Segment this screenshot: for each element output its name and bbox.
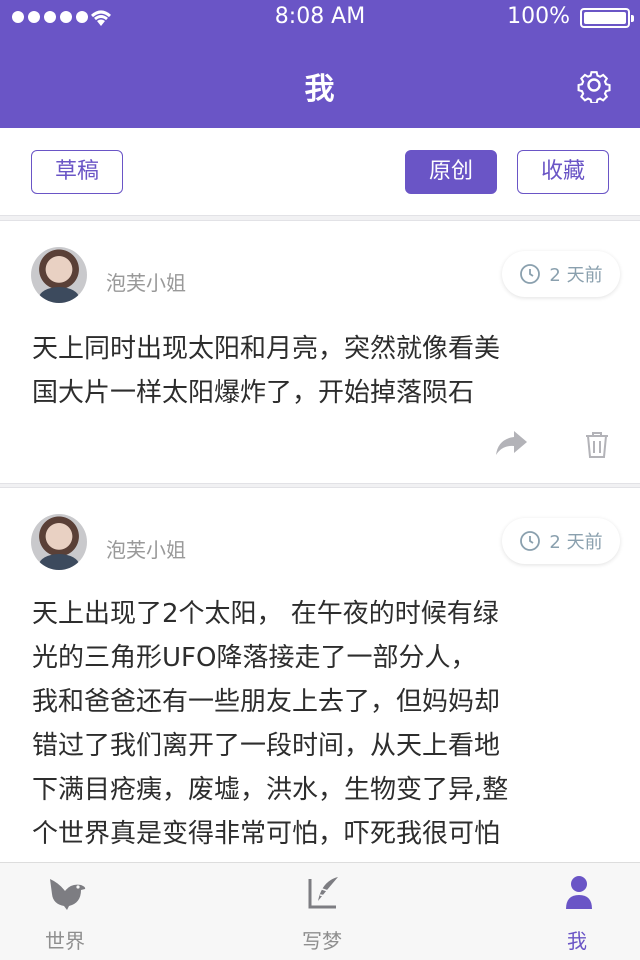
person-icon <box>566 876 592 909</box>
tab-label: 世界 <box>45 929 85 953</box>
post-card[interactable]: 泡芙小姐 2 天前 天上同时出现太阳和月亮，突然就像看美 国大片一样太阳爆炸了，… <box>0 220 640 484</box>
post-line: 个世界真是变得非常可怕，吓死我很可怕 <box>32 819 501 849</box>
tab-bar: 世界 写梦 我 <box>0 862 640 960</box>
post-line: 下满目疮痍，废墟，洪水，生物变了异,整 <box>32 775 509 805</box>
post-line: 天上出现了2个太阳， 在午夜的时候有绿 <box>32 599 499 629</box>
author-name: 泡芙小姐 <box>106 271 186 295</box>
tab-label: 写梦 <box>302 929 342 953</box>
post-line: 国大片一样太阳爆炸了，开始掉落陨石 <box>32 378 475 408</box>
tab-me[interactable]: 我 <box>512 863 640 960</box>
post-card[interactable]: 泡芙小姐 2 天前 天上出现了2个太阳， 在午夜的时候有绿 光的三角形UFO降落… <box>0 487 640 867</box>
status-bar: 8:08 AM 100% <box>0 0 640 36</box>
post-content[interactable]: 天上出现了2个太阳， 在午夜的时候有绿 光的三角形UFO降落接走了一部分人， 我… <box>32 592 612 856</box>
filter-bar: 草稿 原创 收藏 <box>0 128 640 216</box>
tab-world[interactable]: 世界 <box>0 863 130 960</box>
favorites-button[interactable]: 收藏 <box>517 150 609 194</box>
top-bar: 8:08 AM 100% 我 <box>0 0 640 128</box>
original-button[interactable]: 原创 <box>405 150 497 194</box>
avatar[interactable] <box>31 247 87 303</box>
time-text: 2 天前 <box>549 265 603 286</box>
post-line: 错过了我们离开了一段时间，从天上看地 <box>32 731 501 761</box>
tab-write-dream[interactable]: 写梦 <box>257 863 387 960</box>
battery-percent: 100% <box>507 4 570 29</box>
battery-icon <box>580 8 634 28</box>
avatar[interactable] <box>31 514 87 570</box>
share-icon[interactable] <box>494 429 528 457</box>
post-line: 光的三角形UFO降落接走了一部分人， <box>32 643 477 673</box>
gear-icon[interactable] <box>576 67 612 103</box>
page-title: 我 <box>304 72 336 107</box>
trash-icon[interactable] <box>585 431 609 459</box>
post-line: 我和爸爸还有一些朋友上去了，但妈妈却 <box>32 687 501 717</box>
tab-label: 我 <box>567 929 587 953</box>
clock-icon <box>520 264 541 284</box>
time-badge: 2 天前 <box>502 518 620 564</box>
author-name: 泡芙小姐 <box>106 538 186 562</box>
bird-icon <box>50 879 86 910</box>
quill-icon <box>308 877 338 909</box>
draft-button[interactable]: 草稿 <box>31 150 123 194</box>
time-badge: 2 天前 <box>502 251 620 297</box>
time-text: 2 天前 <box>549 532 603 553</box>
post-line: 天上同时出现太阳和月亮，突然就像看美 <box>32 334 501 364</box>
post-content[interactable]: 天上同时出现太阳和月亮，突然就像看美 国大片一样太阳爆炸了，开始掉落陨石 <box>32 327 612 415</box>
clock-icon <box>520 531 541 551</box>
